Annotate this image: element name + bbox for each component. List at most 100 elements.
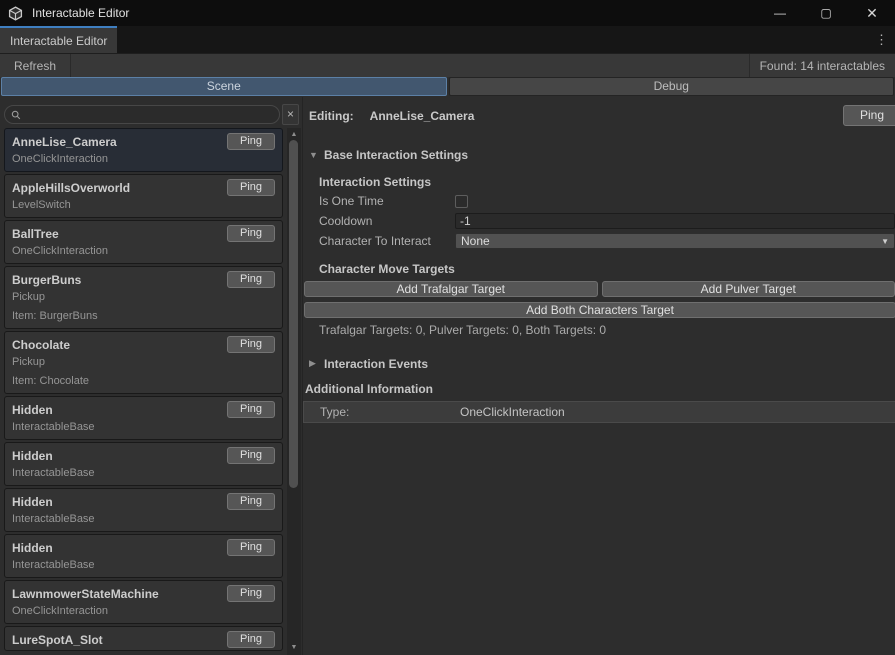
list-item[interactable]: Hidden Ping InteractableBase (4, 534, 283, 578)
item-lines: PickupItem: BurgerBuns (12, 288, 275, 326)
tab-strip: Interactable Editor ⋮ (0, 26, 895, 53)
item-subtitle: Item: BurgerBuns (12, 307, 275, 326)
item-subtitle: InteractableBase (12, 510, 275, 529)
character-to-interact-dropdown[interactable]: None ▼ (455, 233, 895, 249)
cooldown-row: Cooldown -1 (319, 213, 895, 229)
item-lines: OneClickInteraction (12, 242, 275, 261)
interactable-editor-window: Interactable Editor — ▢ ✕ Interactable E… (0, 0, 895, 655)
item-subtitle: OneClickInteraction (12, 602, 275, 621)
item-title: AppleHillsOverworld (12, 181, 130, 195)
item-lines: LevelSwitch (12, 196, 275, 215)
tab-debug[interactable]: Debug (449, 77, 895, 96)
add-both-characters-target-button[interactable]: Add Both Characters Target (304, 302, 895, 318)
cooldown-label: Cooldown (319, 214, 455, 228)
ping-button[interactable]: Ping (227, 271, 275, 288)
app-cube-icon (8, 5, 24, 21)
type-value: OneClickInteraction (460, 405, 565, 419)
scrollbar-thumb[interactable] (289, 140, 298, 488)
item-subtitle: Item: Chocolate (12, 372, 275, 391)
list-item[interactable]: BallTree Ping OneClickInteraction (4, 220, 283, 264)
list-item[interactable]: Hidden Ping InteractableBase (4, 396, 283, 440)
item-title: Hidden (12, 403, 53, 417)
is-one-time-checkbox[interactable] (455, 195, 468, 208)
add-trafalgar-target-button[interactable]: Add Trafalgar Target (304, 281, 598, 297)
item-title: Hidden (12, 495, 53, 509)
item-title: BallTree (12, 227, 59, 241)
character-move-targets-header: Character Move Targets (319, 262, 895, 276)
add-pulver-target-button[interactable]: Add Pulver Target (602, 281, 895, 297)
minimize-icon[interactable]: — (757, 0, 803, 26)
character-to-interact-row: Character To Interact None ▼ (319, 233, 895, 249)
ping-button[interactable]: Ping (227, 401, 275, 418)
editing-label: Editing: (309, 109, 354, 123)
item-lines: OneClickInteraction (12, 150, 275, 169)
item-lines: InteractableBase (12, 464, 275, 483)
window-title: Interactable Editor (32, 6, 129, 20)
interaction-events-foldout[interactable]: ▶ Interaction Events (309, 356, 895, 371)
ping-button[interactable]: Ping (227, 133, 275, 150)
item-title: Hidden (12, 541, 53, 555)
list-item[interactable]: AnneLise_Camera Ping OneClickInteraction (4, 128, 283, 172)
content-area: × AnneLise_Camera Ping OneClickInteracti… (0, 97, 895, 655)
toolbar: Refresh Found: 14 interactables (0, 53, 895, 77)
ping-button[interactable]: Ping (227, 179, 275, 196)
kebab-menu-icon[interactable]: ⋮ (868, 26, 895, 53)
ping-button[interactable]: Ping (227, 336, 275, 353)
type-info-box: Type: OneClickInteraction (303, 401, 895, 423)
character-to-interact-label: Character To Interact (319, 234, 455, 248)
list-item[interactable]: LawnmowerStateMachine Ping OneClickInter… (4, 580, 283, 624)
is-one-time-label: Is One Time (319, 194, 455, 208)
view-tabs: Scene Debug (0, 77, 895, 97)
ping-button[interactable]: Ping (227, 493, 275, 510)
list-item[interactable]: Hidden Ping InteractableBase (4, 488, 283, 532)
ping-button[interactable]: Ping (227, 631, 275, 648)
editor-panel: Editing: AnneLise_Camera Ping ▼ Base Int… (302, 97, 895, 655)
editing-target-name: AnneLise_Camera (370, 109, 475, 123)
list-item[interactable]: AppleHillsOverworld Ping LevelSwitch (4, 174, 283, 218)
item-lines: InteractableBase (12, 418, 275, 437)
scroll-up-icon[interactable]: ▲ (287, 130, 301, 140)
item-subtitle: InteractableBase (12, 464, 275, 483)
is-one-time-row: Is One Time (319, 193, 895, 209)
scroll-down-icon[interactable]: ▼ (287, 643, 301, 653)
scene-list-panel: × AnneLise_Camera Ping OneClickInteracti… (0, 97, 302, 655)
search-box[interactable] (4, 105, 280, 124)
ping-button[interactable]: Ping (227, 585, 275, 602)
search-input[interactable] (25, 109, 273, 121)
item-subtitle: OneClickInteraction (12, 242, 275, 261)
close-icon[interactable]: ✕ (849, 0, 895, 26)
ping-button[interactable]: Ping (227, 539, 275, 556)
item-subtitle: InteractableBase (12, 556, 275, 575)
item-title: LawnmowerStateMachine (12, 587, 159, 601)
item-lines: InteractableBase (12, 556, 275, 575)
list-item[interactable]: BurgerBuns Ping PickupItem: BurgerBuns (4, 266, 283, 329)
targets-summary: Trafalgar Targets: 0, Pulver Targets: 0,… (319, 323, 895, 337)
ping-button-editing[interactable]: Ping (843, 105, 895, 126)
item-subtitle: Pickup (12, 288, 275, 307)
ping-button[interactable]: Ping (227, 225, 275, 242)
list-item[interactable]: Chocolate Ping PickupItem: Chocolate (4, 331, 283, 394)
item-lines: OneClickInteraction (12, 602, 275, 621)
item-subtitle: InteractableBase (12, 418, 275, 437)
item-lines: InteractableBase (12, 510, 275, 529)
tab-scene[interactable]: Scene (1, 77, 447, 96)
move-target-buttons: Add Trafalgar Target Add Pulver Target (304, 281, 895, 297)
interaction-settings-header: Interaction Settings (319, 175, 895, 189)
search-icon (11, 110, 21, 120)
cooldown-field[interactable]: -1 (455, 213, 895, 229)
list-item[interactable]: Hidden Ping InteractableBase (4, 442, 283, 486)
item-subtitle: LevelSwitch (12, 196, 275, 215)
maximize-icon[interactable]: ▢ (803, 0, 849, 26)
search-clear-button[interactable]: × (282, 104, 299, 125)
found-count-label: Found: 14 interactables (749, 54, 895, 77)
tab-interactable-editor[interactable]: Interactable Editor (0, 26, 117, 53)
item-subtitle: Pickup (12, 353, 275, 372)
ping-button[interactable]: Ping (227, 447, 275, 464)
list-scrollbar[interactable]: ▲ ▼ (287, 128, 301, 655)
additional-information-header: Additional Information (305, 382, 895, 396)
item-title: Hidden (12, 449, 53, 463)
base-settings-foldout[interactable]: ▼ Base Interaction Settings (309, 147, 895, 162)
refresh-button[interactable]: Refresh (0, 54, 71, 77)
list-item[interactable]: LureSpotA_Slot Ping (4, 626, 283, 651)
tab-label: Interactable Editor (10, 34, 107, 48)
